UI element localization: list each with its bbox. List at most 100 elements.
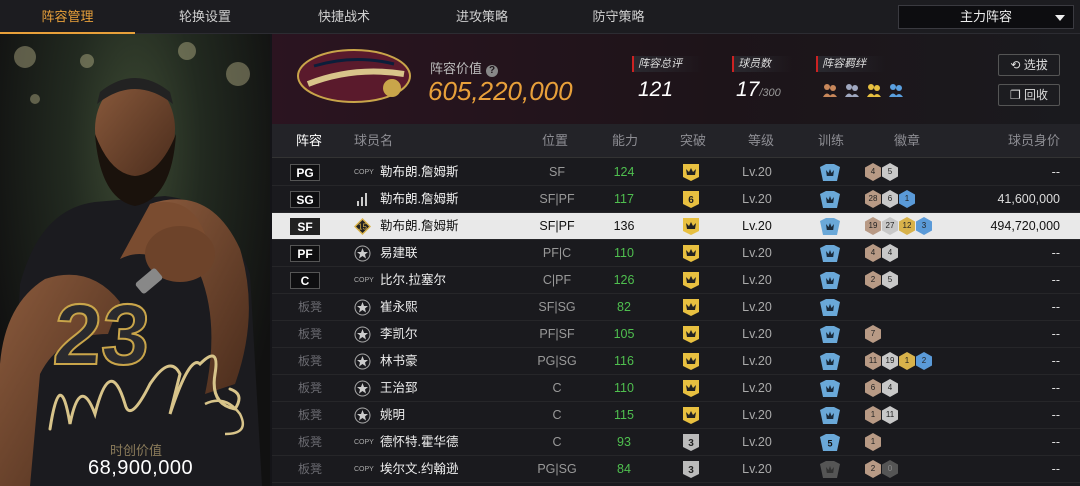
- badge-silver[interactable]: 6: [882, 190, 898, 208]
- badge-silver[interactable]: 4: [882, 379, 898, 397]
- col-name[interactable]: 球员名: [354, 124, 393, 158]
- table-row[interactable]: 板凳 COPY 埃尔文.约翰逊 PG|SG 84 3 Lv.20 2 0 --: [272, 456, 1080, 483]
- position-slot[interactable]: SG: [290, 191, 320, 208]
- badge-silver[interactable]: 5: [882, 163, 898, 181]
- table-row[interactable]: 板凳 王治郅 C 110 Lv.20 6 4 --: [272, 375, 1080, 402]
- badge-bronze[interactable]: 1: [865, 406, 881, 424]
- tab-rotation-settings[interactable]: 轮换设置: [135, 0, 275, 34]
- position-slot[interactable]: PG: [290, 164, 320, 181]
- col-training[interactable]: 训练: [818, 124, 844, 158]
- badge-bronze[interactable]: 4: [865, 163, 881, 181]
- bench-slot[interactable]: 板凳: [298, 429, 322, 456]
- badge-silver[interactable]: 19: [882, 352, 898, 370]
- training-crown-icon[interactable]: [820, 353, 840, 370]
- training-crown-icon[interactable]: [820, 326, 840, 343]
- player-name[interactable]: 勒布朗.詹姆斯: [380, 213, 458, 240]
- badge-bronze[interactable]: 11: [865, 352, 881, 370]
- badge-blue[interactable]: 3: [916, 217, 932, 235]
- training-crown-icon[interactable]: [820, 407, 840, 424]
- select-button[interactable]: ⟲ 选拔: [998, 54, 1060, 76]
- breakthrough-crown-icon[interactable]: [682, 406, 700, 425]
- position-slot[interactable]: PF: [290, 245, 320, 262]
- training-crown-icon[interactable]: [820, 380, 840, 397]
- table-row[interactable]: C COPY 比尔.拉塞尔 C|PF 126 Lv.20 2 5 --: [272, 267, 1080, 294]
- player-name[interactable]: 易建联: [380, 240, 418, 267]
- player-name[interactable]: 勒布朗.詹姆斯: [380, 159, 458, 186]
- breakthrough-crown-icon[interactable]: [682, 163, 700, 182]
- badge-bronze[interactable]: 19: [865, 217, 881, 235]
- bond-icon-2[interactable]: [844, 82, 860, 98]
- tab-defense-strategy[interactable]: 防守策略: [551, 0, 686, 34]
- recycle-button[interactable]: ❐ 回收: [998, 84, 1060, 106]
- training-level-icon[interactable]: 5: [820, 434, 840, 451]
- bench-slot[interactable]: 板凳: [298, 321, 322, 348]
- table-row[interactable]: 板凳 李凯尔 PF|SF 105 Lv.20 7 --: [272, 321, 1080, 348]
- badge-bronze[interactable]: 7: [865, 325, 881, 343]
- col-value[interactable]: 球员身价: [1008, 124, 1060, 158]
- player-name[interactable]: 勒布朗.詹姆斯: [380, 186, 458, 213]
- training-crown-icon[interactable]: [820, 164, 840, 181]
- position-slot[interactable]: C: [290, 272, 320, 289]
- col-ability[interactable]: 能力: [612, 124, 638, 158]
- training-crown-icon[interactable]: [820, 218, 840, 235]
- badge-bronze[interactable]: 2: [865, 460, 881, 478]
- player-name[interactable]: 王治郅: [380, 375, 418, 402]
- table-row[interactable]: 板凳 姚明 C 115 Lv.20 1 11 --: [272, 402, 1080, 429]
- bench-slot[interactable]: 板凳: [298, 348, 322, 375]
- breakthrough-crown-icon[interactable]: [682, 244, 700, 263]
- player-portrait-card[interactable]: 23 时创价值 68,900,000: [0, 34, 270, 486]
- breakthrough-level-icon[interactable]: 3: [682, 433, 700, 452]
- tab-lineup-management[interactable]: 阵容管理: [0, 0, 135, 34]
- breakthrough-crown-icon[interactable]: [682, 352, 700, 371]
- badge-bronze[interactable]: 1: [865, 433, 881, 451]
- tab-offense-strategy[interactable]: 进攻策略: [413, 0, 551, 34]
- badge-silver[interactable]: 4: [882, 244, 898, 262]
- table-row[interactable]: PF 易建联 PF|C 110 Lv.20 4 4 --: [272, 240, 1080, 267]
- table-row[interactable]: SG 勒布朗.詹姆斯 SF|PF 117 6 Lv.20 28 6 1 41,600,000: [272, 186, 1080, 213]
- breakthrough-crown-icon[interactable]: [682, 325, 700, 344]
- badge-blue[interactable]: 2: [916, 352, 932, 370]
- badge-silver[interactable]: 11: [882, 406, 898, 424]
- badge-silver[interactable]: 27: [882, 217, 898, 235]
- bench-slot[interactable]: 板凳: [298, 375, 322, 402]
- badge-gold[interactable]: 1: [899, 352, 915, 370]
- player-name[interactable]: 德怀特.霍华德: [380, 429, 458, 456]
- badge-gold[interactable]: 12: [899, 217, 915, 235]
- player-name[interactable]: 比尔.拉塞尔: [380, 267, 446, 294]
- training-crown-icon[interactable]: [820, 299, 840, 316]
- badge-dark[interactable]: 0: [882, 460, 898, 478]
- lineup-dropdown[interactable]: 主力阵容: [898, 5, 1074, 29]
- table-row[interactable]: PG COPY 勒布朗.詹姆斯 SF 124 Lv.20 4 5 --: [272, 159, 1080, 186]
- bond-icon-1[interactable]: [822, 82, 838, 98]
- training-crown-icon[interactable]: [820, 272, 840, 289]
- table-row[interactable]: 板凳 崔永熙 SF|SG 82 Lv.20 --: [272, 294, 1080, 321]
- col-badges[interactable]: 徽章: [894, 124, 920, 158]
- breakthrough-crown-icon[interactable]: [682, 271, 700, 290]
- breakthrough-crown-icon[interactable]: [682, 379, 700, 398]
- bench-slot[interactable]: 板凳: [298, 294, 322, 321]
- badge-bronze[interactable]: 2: [865, 271, 881, 289]
- breakthrough-level-icon[interactable]: 6: [682, 190, 700, 209]
- player-name[interactable]: 林书豪: [380, 348, 418, 375]
- player-name[interactable]: 李凯尔: [380, 321, 418, 348]
- badge-bronze[interactable]: 4: [865, 244, 881, 262]
- bond-icon-3[interactable]: [866, 82, 882, 98]
- breakthrough-crown-icon[interactable]: [682, 217, 700, 236]
- col-position[interactable]: 位置: [542, 124, 568, 158]
- player-name[interactable]: 姚明: [380, 402, 405, 429]
- training-crown-icon[interactable]: [820, 245, 840, 262]
- training-crown-icon[interactable]: [820, 191, 840, 208]
- badge-bronze[interactable]: 28: [865, 190, 881, 208]
- bond-icon-4[interactable]: [888, 82, 904, 98]
- table-row[interactable]: SF 15 勒布朗.詹姆斯 SF|PF 136 Lv.20 19 27 12 3 494,720,0…: [272, 213, 1080, 240]
- player-name[interactable]: 崔永熙: [380, 294, 418, 321]
- breakthrough-crown-icon[interactable]: [682, 298, 700, 317]
- col-level[interactable]: 等级: [748, 124, 774, 158]
- position-slot[interactable]: SF: [290, 218, 320, 235]
- badge-silver[interactable]: 5: [882, 271, 898, 289]
- breakthrough-level-icon[interactable]: 3: [682, 460, 700, 479]
- tab-quick-tactics[interactable]: 快捷战术: [275, 0, 413, 34]
- table-row[interactable]: 板凳 林书豪 PG|SG 116 Lv.20 11 19 1 2 --: [272, 348, 1080, 375]
- table-row[interactable]: 板凳 COPY 德怀特.霍华德 C 93 3 Lv.20 5 1 --: [272, 429, 1080, 456]
- col-slot[interactable]: 阵容: [296, 124, 322, 158]
